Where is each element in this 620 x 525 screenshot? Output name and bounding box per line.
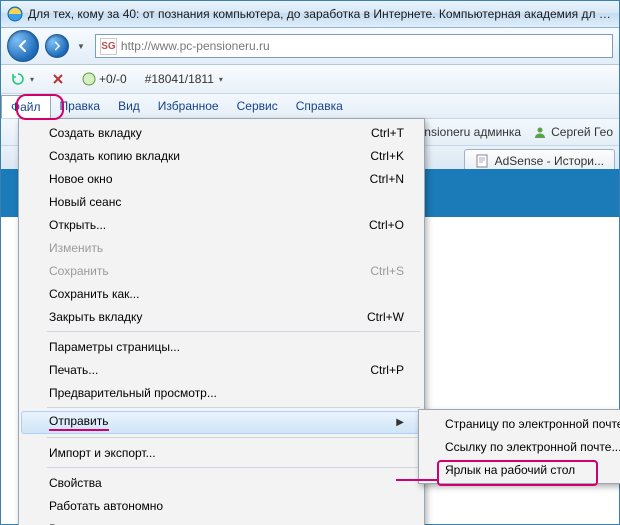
reload-button[interactable]: ▾ xyxy=(7,70,38,88)
titlebar: Для тех, кому за 40: от познания компьют… xyxy=(1,1,619,28)
file-menu-item[interactable]: Закрыть вкладкуCtrl+W xyxy=(21,305,422,328)
send-submenu-item[interactable]: Ярлык на рабочий стол xyxy=(421,458,620,481)
menubar: Файл Правка Вид Избранное Сервис Справка xyxy=(1,94,619,119)
ie-icon xyxy=(7,6,23,22)
file-menu-item[interactable]: Сохранить как... xyxy=(21,282,422,305)
favlink-label: Сергей Гео xyxy=(551,125,613,139)
menu-favorites[interactable]: Избранное xyxy=(149,94,228,118)
send-submenu: Страницу по электронной почте...Ссылку п… xyxy=(418,409,620,484)
file-menu-item[interactable]: Выход xyxy=(21,517,422,525)
forward-button[interactable] xyxy=(45,34,69,58)
annotation-arrow-line xyxy=(396,479,438,481)
file-menu-item[interactable]: Отправить▶ xyxy=(21,411,422,434)
page-icon xyxy=(475,154,489,168)
menu-help[interactable]: Справка xyxy=(287,94,352,118)
menu-view[interactable]: Вид xyxy=(109,94,149,118)
send-submenu-item[interactable]: Ссылку по электронной почте... xyxy=(421,435,620,458)
file-menu-item[interactable]: Новое окноCtrl+N xyxy=(21,167,422,190)
site-favicon: SG xyxy=(100,38,117,55)
file-menu-item[interactable]: Работать автономно xyxy=(21,494,422,517)
stop-button[interactable] xyxy=(48,71,68,87)
zoom-text: +0/-0 xyxy=(99,72,127,86)
file-menu-dropdown: Создать вкладкуCtrl+TСоздать копию вклад… xyxy=(18,118,425,525)
secondary-toolbar: ▾ +0/-0 #18041/1811 ▾ xyxy=(1,65,619,94)
nav-history-dropdown[interactable]: ▼ xyxy=(77,42,85,51)
file-menu-item: Изменить xyxy=(21,236,422,259)
file-menu-item[interactable]: Создать копию вкладкиCtrl+K xyxy=(21,144,422,167)
file-menu-item[interactable]: Печать...Ctrl+P xyxy=(21,358,422,381)
file-menu-item[interactable]: Параметры страницы... xyxy=(21,335,422,358)
app-window: Для тех, кому за 40: от познания компьют… xyxy=(0,0,620,525)
file-menu-item[interactable]: Открыть...Ctrl+O xyxy=(21,213,422,236)
send-submenu-item[interactable]: Страницу по электронной почте... xyxy=(421,412,620,435)
menu-tools[interactable]: Сервис xyxy=(228,94,287,118)
menu-file[interactable]: Файл xyxy=(1,95,51,118)
file-menu-item[interactable]: Свойства xyxy=(21,471,422,494)
file-menu-item[interactable]: Импорт и экспорт... xyxy=(21,441,422,464)
file-menu-item: СохранитьCtrl+S xyxy=(21,259,422,282)
address-bar[interactable]: SG http://www.pc-pensioneru.ru xyxy=(95,34,613,58)
back-button[interactable] xyxy=(7,30,39,62)
file-menu-item[interactable]: Предварительный просмотр... xyxy=(21,381,422,404)
file-menu-item[interactable]: Создать вкладкуCtrl+T xyxy=(21,121,422,144)
favlink-user[interactable]: Сергей Гео xyxy=(533,125,613,139)
tab-label: AdSense - Истори... xyxy=(495,154,604,168)
file-menu-item[interactable]: Новый сеанс xyxy=(21,190,422,213)
window-title: Для тех, кому за 40: от познания компьют… xyxy=(28,7,613,21)
navbar: ▼ SG http://www.pc-pensioneru.ru xyxy=(1,28,619,65)
address-text: http://www.pc-pensioneru.ru xyxy=(121,39,270,53)
counter-indicator[interactable]: #18041/1811 ▾ xyxy=(141,70,227,88)
menu-edit[interactable]: Правка xyxy=(51,94,110,118)
zoom-indicator[interactable]: +0/-0 xyxy=(78,70,131,88)
counter-text: #18041/1811 xyxy=(145,72,214,86)
